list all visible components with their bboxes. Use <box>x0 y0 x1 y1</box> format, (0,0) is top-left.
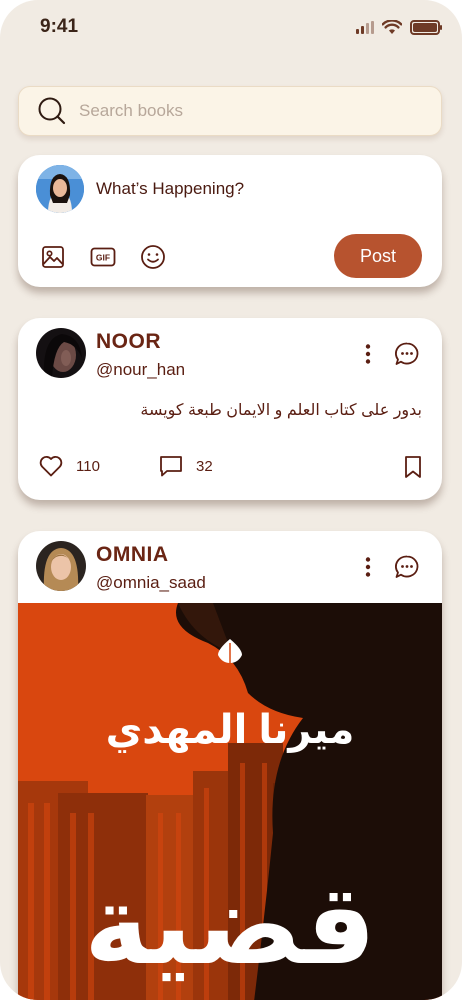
post-author-name[interactable]: NOOR <box>96 330 161 354</box>
comment-icon <box>160 456 182 477</box>
composer-card: What’s Happening? GIF Post <box>18 155 442 287</box>
post-text: بدور على كتاب العلم و الايمان طبعة كويسة <box>140 402 422 419</box>
signal-icon <box>356 21 374 34</box>
phone-screen: 9:41 Search books What’s Happening? GIF … <box>0 0 462 1000</box>
post-avatar[interactable] <box>36 328 86 378</box>
search-icon <box>38 97 66 125</box>
post-author-handle[interactable]: @nour_han <box>96 360 185 380</box>
more-options-icon[interactable] <box>358 342 378 366</box>
search-bar[interactable] <box>18 86 442 136</box>
comment-count: 32 <box>196 457 213 475</box>
more-options-icon[interactable] <box>358 555 378 579</box>
status-bar: 9:41 <box>0 0 462 56</box>
bookmark-icon[interactable] <box>402 455 424 479</box>
post-stats: 110 32 <box>38 454 424 482</box>
post-card: NOOR @nour_han بدور على كتاب العلم و الا… <box>18 318 442 500</box>
book-author: ميرنا المهدي <box>105 708 355 752</box>
post-button[interactable]: Post <box>334 234 422 278</box>
user-avatar[interactable] <box>36 165 84 213</box>
book-title: قضية <box>83 864 377 987</box>
message-icon[interactable] <box>394 554 420 580</box>
svg-text:GIF: GIF <box>96 253 110 263</box>
status-icons <box>356 20 442 35</box>
gif-icon[interactable]: GIF <box>90 244 116 270</box>
post-card: OMNIA @omnia_saad ميرنا المهدي قضية <box>18 531 442 1000</box>
post-author-handle[interactable]: @omnia_saad <box>96 573 206 593</box>
status-time: 9:41 <box>40 16 79 37</box>
composer-prompt[interactable]: What’s Happening? <box>96 179 244 199</box>
book-cover-image[interactable]: ميرنا المهدي قضية <box>18 603 442 1000</box>
emoji-icon[interactable] <box>140 244 166 270</box>
battery-icon <box>410 20 442 35</box>
heart-icon <box>39 456 63 477</box>
image-icon[interactable] <box>40 244 66 270</box>
wifi-icon <box>382 20 402 34</box>
post-avatar[interactable] <box>36 541 86 591</box>
message-icon[interactable] <box>394 341 420 367</box>
like-button[interactable]: 110 <box>38 454 100 478</box>
post-author-name[interactable]: OMNIA <box>96 543 169 567</box>
composer-tools: GIF <box>40 244 166 270</box>
comment-button[interactable]: 32 <box>158 454 213 478</box>
like-count: 110 <box>76 457 100 475</box>
search-input[interactable] <box>79 101 399 121</box>
